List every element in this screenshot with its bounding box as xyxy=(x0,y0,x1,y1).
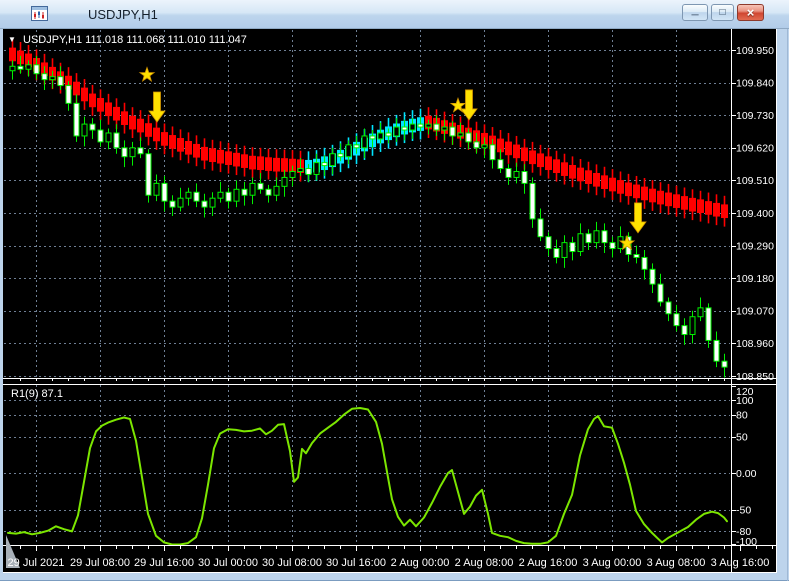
close-icon: × xyxy=(746,5,755,20)
window-controls: ─ □ × xyxy=(682,4,764,21)
restore-icon: □ xyxy=(719,6,726,18)
window-title: USDJPY,H1 xyxy=(88,7,158,22)
chart-icon xyxy=(31,6,48,21)
minimize-icon: ─ xyxy=(691,9,699,21)
titlebar[interactable]: USDJPY,H1 ─ □ × xyxy=(0,0,789,29)
price-axis[interactable] xyxy=(731,29,776,545)
main-chart-area[interactable] xyxy=(3,29,731,378)
close-button[interactable]: × xyxy=(737,4,764,21)
restore-button[interactable]: □ xyxy=(711,4,734,21)
indicator-area[interactable] xyxy=(3,385,731,545)
panel-divider[interactable] xyxy=(3,378,731,385)
minimize-button[interactable]: ─ xyxy=(682,4,708,21)
time-axis[interactable] xyxy=(3,546,776,572)
mt4-chart-window: { "window": { "title": "USDJPY,H1", "but… xyxy=(0,0,789,581)
